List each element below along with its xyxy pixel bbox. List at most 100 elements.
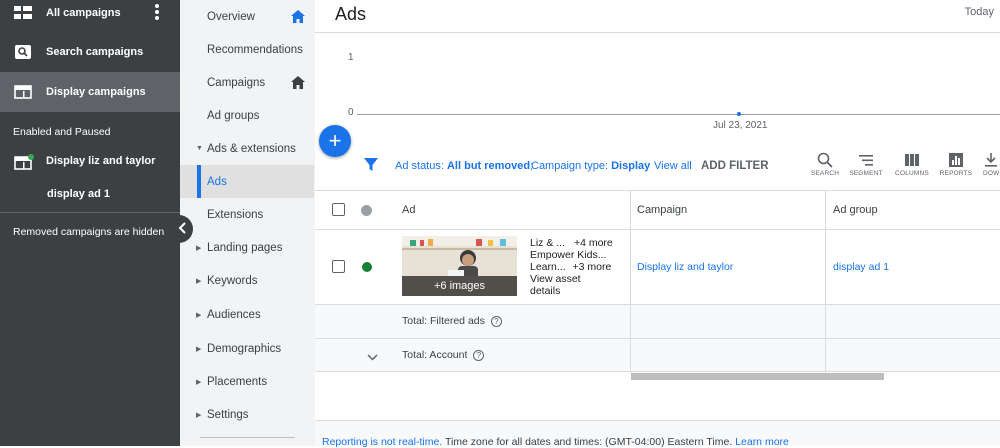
segment-icon [859, 155, 873, 166]
campaign-column-header[interactable]: Campaign [637, 204, 687, 216]
caret-down-icon: ▼ [196, 145, 203, 152]
caret-right-icon: ▶ [196, 244, 202, 252]
caret-right-icon: ▶ [196, 378, 202, 386]
menu-placements-label: Placements [207, 375, 268, 388]
search-tool-button[interactable]: SEARCH [805, 152, 845, 177]
filter-status-chip[interactable]: Ad status: All but removed; [395, 160, 533, 172]
download-tool-button[interactable]: DOWNLOAD [977, 152, 1000, 177]
menu-ads[interactable]: Ads [180, 165, 314, 198]
hidden-campaigns-note: Removed campaigns are hidden [13, 226, 165, 238]
view-asset-details-link[interactable]: View asset details [530, 273, 581, 297]
total-account-text: Total: Account [402, 349, 468, 361]
nav-campaign-item[interactable]: Display liz and taylor [0, 141, 180, 181]
help-icon[interactable]: ? [473, 349, 485, 361]
menu-demographics-label: Demographics [207, 342, 282, 355]
view-asset-line2: details [530, 285, 561, 297]
columns-tool-button[interactable]: COLUMNS [892, 152, 932, 177]
performance-chart: 1 0 Jul 23, 2021 [315, 32, 1000, 144]
menu-campaigns-label: Campaigns [207, 76, 266, 89]
reports-tool-button[interactable]: REPORTS [936, 152, 976, 177]
ad-image-preview[interactable]: +6 images [402, 236, 517, 296]
menu-ads-extensions[interactable]: ▼ Ads & extensions [180, 132, 314, 165]
caret-right-icon: ▶ [196, 311, 202, 319]
menu-ad-groups[interactable]: Ad groups [180, 99, 314, 132]
column-divider [825, 339, 826, 373]
caret-right-icon: ▶ [196, 411, 202, 419]
learn-more-link[interactable]: Learn more [735, 436, 789, 448]
nav-divider [0, 212, 180, 213]
menu-extensions[interactable]: Extensions [180, 198, 314, 231]
menu-keywords-label: Keywords [207, 274, 258, 287]
filter-type-label: Campaign type: [531, 160, 609, 172]
nav-display-campaigns[interactable]: Display campaigns [0, 72, 180, 112]
main-content: Ads Today 1 0 Jul 23, 2021 + Ad status: … [315, 0, 1000, 448]
menu-recommendations-label: Recommendations [207, 43, 303, 56]
menu-extensions-label: Extensions [207, 208, 264, 221]
menu-landing-pages[interactable]: ▶ Landing pages [180, 231, 314, 264]
chart-data-point[interactable] [737, 112, 741, 116]
menu-overview-label: Overview [207, 10, 255, 23]
column-divider [630, 230, 631, 305]
menu-placements[interactable]: ▶ Placements [180, 365, 314, 398]
campaign-link[interactable]: Display liz and taylor [637, 261, 733, 273]
column-divider [630, 191, 631, 230]
realtime-link[interactable]: Reporting is not real-time. [322, 436, 442, 448]
menu-audiences[interactable]: ▶ Audiences [180, 298, 314, 331]
image-count-caption: +6 images [402, 276, 517, 296]
date-range-label[interactable]: Today [965, 6, 994, 18]
filter-type-chip[interactable]: Campaign type: Display [531, 160, 650, 172]
nav-adgroup-item[interactable]: display ad 1 [47, 188, 110, 200]
y-tick-0: 0 [348, 107, 354, 118]
caret-right-icon: ▶ [196, 345, 202, 353]
nav-display-campaigns-label: Display campaigns [46, 86, 146, 98]
home-icon [291, 10, 305, 23]
nav-all-campaigns[interactable]: All campaigns [0, 0, 180, 33]
columns-icon [905, 154, 919, 166]
ad-description: Empower Kids... [530, 249, 607, 261]
view-asset-line1: View asset [530, 273, 581, 285]
expand-chevron-icon[interactable] [367, 350, 378, 364]
reports-tool-label: REPORTS [939, 170, 973, 177]
ad-headline-2: Learn... +3 more [530, 261, 611, 273]
search-icon [817, 152, 833, 168]
horizontal-scrollbar[interactable] [631, 373, 884, 380]
column-divider [825, 305, 826, 339]
footer-text: Reporting is not real-time. Time zone fo… [322, 436, 789, 448]
menu-audiences-label: Audiences [207, 308, 261, 321]
adgroup-column-header[interactable]: Ad group [833, 204, 878, 216]
page-menu: Overview Recommendations Campaigns Ad gr… [180, 0, 315, 446]
add-filter-button[interactable]: ADD FILTER [701, 160, 769, 172]
table-header-row: Ad Campaign Ad group [315, 190, 1000, 230]
view-all-link[interactable]: View all [654, 160, 692, 172]
ad-column-header[interactable]: Ad [402, 204, 415, 216]
menu-overview[interactable]: Overview [180, 0, 314, 33]
row-checkbox[interactable] [332, 260, 345, 273]
menu-campaigns[interactable]: Campaigns [180, 66, 314, 99]
ad-headline-text: Liz & ... [530, 237, 566, 249]
menu-demographics[interactable]: ▶ Demographics [180, 332, 314, 365]
ad-headline-2-text: Learn... [530, 261, 566, 273]
menu-keywords[interactable]: ▶ Keywords [180, 264, 314, 297]
menu-recommendations[interactable]: Recommendations [180, 33, 314, 66]
status-header-icon[interactable] [361, 205, 372, 216]
ad-headline-2-more[interactable]: +3 more [573, 261, 612, 273]
select-all-checkbox[interactable] [332, 203, 345, 216]
help-icon[interactable]: ? [490, 315, 502, 327]
menu-ads-extensions-label: Ads & extensions [207, 142, 296, 155]
menu-landing-pages-label: Landing pages [207, 241, 283, 254]
section-label: Enabled and Paused [13, 126, 111, 138]
ad-headline-more[interactable]: +4 more [574, 237, 613, 249]
column-divider [630, 339, 631, 373]
nav-search-campaigns[interactable]: Search campaigns [0, 32, 180, 72]
segment-tool-button[interactable]: SEGMENT [846, 152, 886, 177]
menu-settings-label: Settings [207, 408, 249, 421]
search-campaign-icon [14, 45, 32, 59]
more-vert-icon[interactable] [154, 3, 160, 24]
adgroup-link[interactable]: display ad 1 [833, 261, 889, 273]
filter-bar: Ad status: All but removed; Campaign typ… [315, 148, 1000, 190]
menu-settings[interactable]: ▶ Settings [180, 398, 314, 431]
filter-icon[interactable] [364, 158, 378, 175]
menu-divider [200, 437, 295, 438]
filter-type-value: Display [611, 160, 651, 172]
filter-status-label: Ad status: [395, 160, 444, 172]
